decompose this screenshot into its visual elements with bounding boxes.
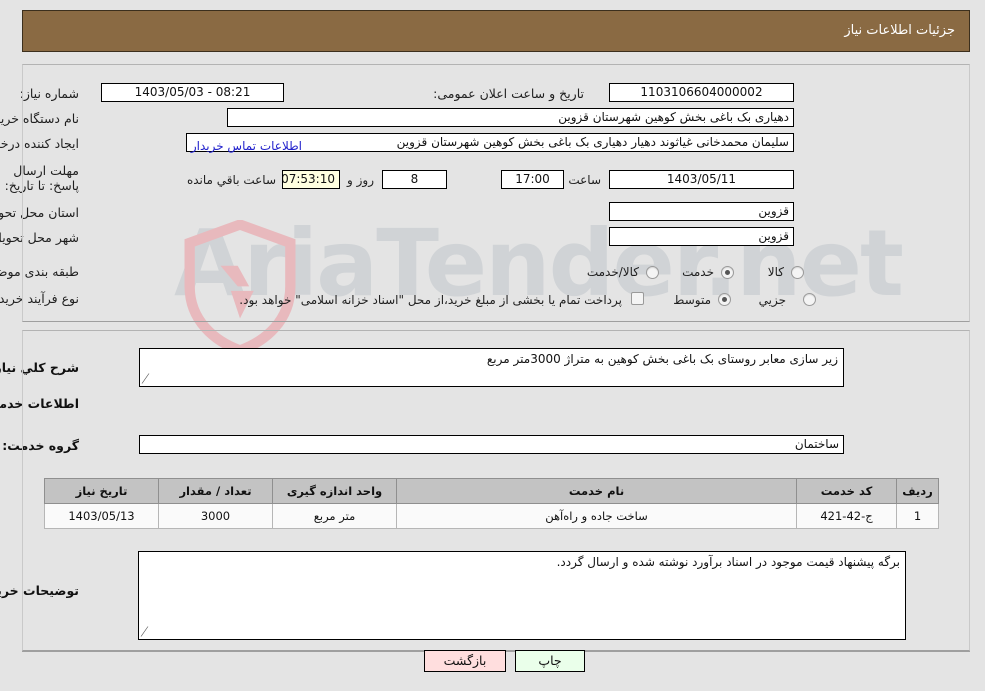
need-summary-textarea[interactable]: زیر سازی معابر روستای بک باغی بخش کوهین … — [140, 348, 845, 387]
print-button[interactable]: چاپ — [516, 650, 586, 672]
need-info-panel — [23, 64, 971, 322]
buyer-contact-info-link[interactable]: اطلاعات تماس خریدار — [192, 139, 303, 153]
cell-unit: متر مربع — [273, 503, 398, 529]
services-table: ردیف کد خدمت نام خدمت واحد اندازه گیری ت… — [45, 478, 940, 529]
table-row: 1 ج-42-421 ساخت جاده و راه‌آهن متر مربع … — [45, 503, 940, 529]
cell-name: ساخت جاده و راه‌آهن — [397, 503, 798, 529]
cell-quantity: 3000 — [159, 503, 274, 529]
buyer-notes-textarea[interactable]: برگه پیشنهاد قیمت موجود در اسناد برآورد … — [139, 551, 907, 640]
page-title-bar: جزئیات اطلاعات نیاز — [23, 10, 971, 52]
need-summary-value: زیر سازی معابر روستای بک باغی بخش کوهین … — [487, 352, 839, 366]
th-name: نام خدمت — [397, 478, 798, 504]
cell-index: 1 — [897, 503, 940, 529]
table-header-row: ردیف کد خدمت نام خدمت واحد اندازه گیری ت… — [45, 478, 940, 504]
cell-code: ج-42-421 — [797, 503, 898, 529]
page-title: جزئیات اطلاعات نیاز — [845, 23, 956, 38]
back-button[interactable]: بازگشت — [425, 650, 507, 672]
cell-need-date: 1403/05/13 — [45, 503, 160, 529]
th-index: ردیف — [897, 478, 940, 504]
resize-handle-icon[interactable]: ⟍ — [142, 627, 150, 639]
th-unit: واحد اندازه گیری — [273, 478, 398, 504]
th-quantity: تعداد / مقدار — [159, 478, 274, 504]
th-need-date: تاریخ نیاز — [45, 478, 160, 504]
buyer-notes-value: برگه پیشنهاد قیمت موجود در اسناد برآورد … — [557, 555, 901, 569]
th-code: کد خدمت — [797, 478, 898, 504]
resize-handle-icon[interactable]: ⟍ — [143, 374, 151, 386]
